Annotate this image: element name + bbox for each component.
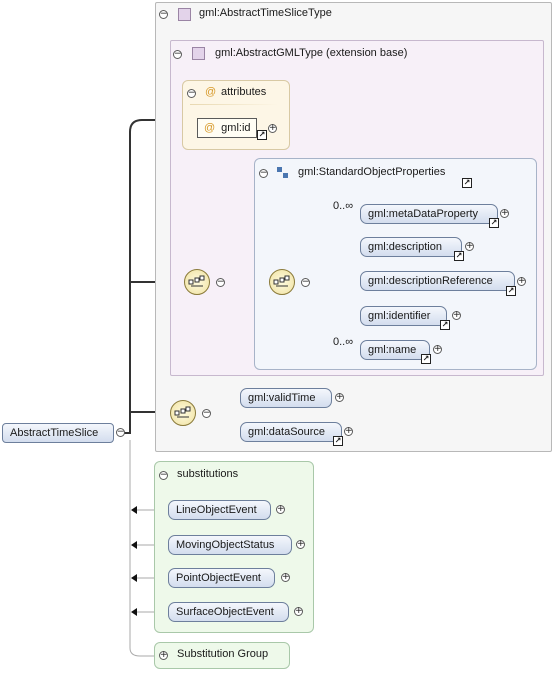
substitution-surfaceobjectevent[interactable]: SurfaceObjectEvent	[168, 602, 289, 622]
element-name[interactable]: gml:name	[360, 340, 430, 360]
attributes-divider	[190, 104, 278, 105]
attributes-label: attributes	[221, 86, 267, 98]
collapse-icon[interactable]: −	[159, 10, 168, 19]
expand-icon[interactable]: +	[276, 505, 285, 514]
attribute-gml-id[interactable]: @ gml:id	[197, 118, 257, 138]
collapse-icon[interactable]: −	[259, 169, 268, 178]
multiplicity-label: 0..∞	[333, 200, 354, 212]
collapse-icon[interactable]: −	[301, 278, 310, 287]
expand-icon[interactable]: +	[294, 607, 303, 616]
reference-arrow-icon[interactable]: ↗	[333, 436, 343, 446]
extension-base-label: gml:AbstractGMLType (extension base)	[215, 47, 408, 59]
collapse-icon[interactable]: −	[202, 409, 211, 418]
expand-icon[interactable]: +	[517, 277, 526, 286]
reference-arrow-icon[interactable]: ↗	[462, 178, 472, 188]
root-element-abstracttimeslice[interactable]: AbstractTimeSlice	[2, 423, 114, 443]
element-metadataproperty[interactable]: gml:metaDataProperty	[360, 204, 498, 224]
collapse-icon[interactable]: −	[159, 471, 168, 480]
attribute-label: gml:id	[221, 122, 251, 134]
standard-object-properties-group	[254, 158, 537, 370]
complex-type-icon	[178, 8, 191, 21]
element-validtime[interactable]: gml:validTime	[240, 388, 332, 408]
substitution-pointobjectevent[interactable]: PointObjectEvent	[168, 568, 275, 588]
substitution-lineobjectevent[interactable]: LineObjectEvent	[168, 500, 271, 520]
arrow-head-icon	[131, 608, 137, 616]
at-icon: @	[204, 122, 216, 134]
substitutions-label: substitutions	[177, 468, 239, 480]
complex-type-icon	[192, 47, 205, 60]
expand-icon[interactable]: +	[296, 540, 305, 549]
expand-icon[interactable]: +	[268, 124, 277, 133]
reference-arrow-icon[interactable]: ↗	[421, 354, 431, 364]
arrow-head-icon	[131, 574, 137, 582]
sequence-icon[interactable]	[184, 269, 210, 295]
substitution-movingobjectstatus[interactable]: MovingObjectStatus	[168, 535, 292, 555]
group-ref-icon	[277, 167, 289, 179]
expand-icon[interactable]: +	[159, 651, 168, 660]
reference-arrow-icon[interactable]: ↗	[506, 286, 516, 296]
collapse-icon[interactable]: −	[187, 89, 196, 98]
element-descriptionreference[interactable]: gml:descriptionReference	[360, 271, 515, 291]
expand-icon[interactable]: +	[452, 311, 461, 320]
arrow-head-icon	[131, 541, 137, 549]
expand-icon[interactable]: +	[335, 393, 344, 402]
arrow-head-icon	[131, 506, 137, 514]
expand-icon[interactable]: +	[281, 573, 290, 582]
element-identifier[interactable]: gml:identifier	[360, 306, 447, 326]
group-label: gml:StandardObjectProperties	[298, 166, 446, 178]
reference-arrow-icon[interactable]: ↗	[489, 218, 499, 228]
expand-icon[interactable]: +	[344, 427, 353, 436]
collapse-icon[interactable]: −	[116, 428, 125, 437]
type-label: gml:AbstractTimeSliceType	[199, 7, 332, 19]
at-icon: @	[205, 86, 217, 98]
expand-icon[interactable]: +	[465, 242, 474, 251]
substitution-group-label: Substitution Group	[177, 648, 269, 660]
element-datasource[interactable]: gml:dataSource	[240, 422, 342, 442]
sequence-icon[interactable]	[269, 269, 295, 295]
element-description[interactable]: gml:description	[360, 237, 462, 257]
expand-icon[interactable]: +	[433, 345, 442, 354]
reference-arrow-icon[interactable]: ↗	[440, 320, 450, 330]
reference-arrow-icon[interactable]: ↗	[257, 130, 267, 140]
multiplicity-label: 0..∞	[333, 336, 354, 348]
collapse-icon[interactable]: −	[216, 278, 225, 287]
reference-arrow-icon[interactable]: ↗	[454, 251, 464, 261]
expand-icon[interactable]: +	[500, 209, 509, 218]
sequence-icon[interactable]	[170, 400, 196, 426]
collapse-icon[interactable]: −	[173, 50, 182, 59]
